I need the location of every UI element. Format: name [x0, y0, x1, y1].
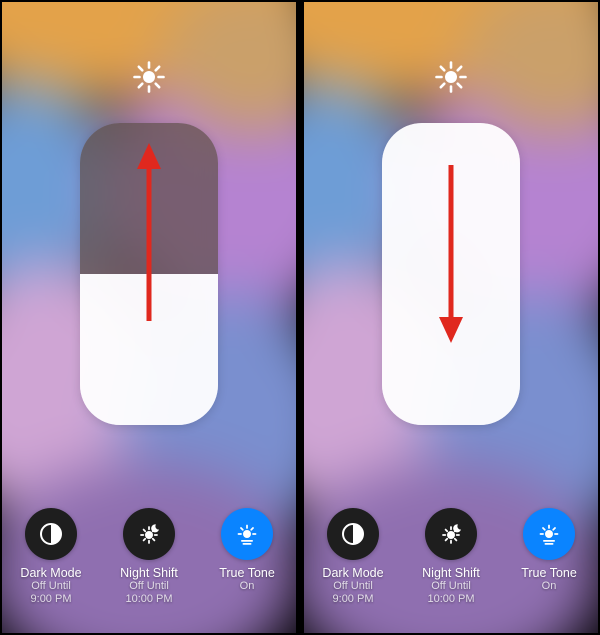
dark-mode-sub2: 9:00 PM — [31, 593, 72, 607]
true-tone-icon — [221, 508, 273, 560]
brightness-slider[interactable] — [382, 123, 520, 425]
night-shift-sub2: 10:00 PM — [427, 593, 474, 607]
night-shift-sub1: Off Until — [431, 580, 471, 594]
slider-fill-region — [382, 123, 520, 425]
true-tone-label: True Tone — [521, 566, 577, 580]
true-tone-toggle[interactable]: True Tone On — [207, 508, 287, 608]
dark-mode-sub1: Off Until — [333, 580, 373, 594]
dark-mode-toggle[interactable]: Dark Mode Off Until 9:00 PM — [11, 508, 91, 608]
true-tone-toggle[interactable]: True Tone On — [509, 508, 589, 608]
dark-mode-label: Dark Mode — [20, 566, 81, 580]
dark-mode-icon — [25, 508, 77, 560]
slider-empty-region — [80, 123, 218, 274]
night-shift-sub2: 10:00 PM — [125, 593, 172, 607]
dark-mode-label: Dark Mode — [322, 566, 383, 580]
night-shift-label: Night Shift — [422, 566, 480, 580]
night-shift-sub1: Off Until — [129, 580, 169, 594]
true-tone-sub1: On — [542, 580, 557, 594]
true-tone-label: True Tone — [219, 566, 275, 580]
night-shift-icon — [123, 508, 175, 560]
true-tone-icon — [523, 508, 575, 560]
night-shift-toggle[interactable]: Night Shift Off Until 10:00 PM — [411, 508, 491, 608]
true-tone-sub1: On — [240, 580, 255, 594]
night-shift-toggle[interactable]: Night Shift Off Until 10:00 PM — [109, 508, 189, 608]
dark-mode-sub2: 9:00 PM — [333, 593, 374, 607]
dark-mode-sub1: Off Until — [31, 580, 71, 594]
night-shift-icon — [425, 508, 477, 560]
display-toggle-row: Dark Mode Off Until 9:00 PM — [2, 508, 296, 608]
brightness-icon — [434, 60, 468, 99]
control-center-panel-right: Dark Mode Off Until 9:00 PM — [304, 2, 598, 633]
brightness-icon — [132, 60, 166, 99]
brightness-slider[interactable] — [80, 123, 218, 425]
dark-mode-toggle[interactable]: Dark Mode Off Until 9:00 PM — [313, 508, 393, 608]
slider-fill-region — [80, 274, 218, 425]
display-toggle-row: Dark Mode Off Until 9:00 PM — [304, 508, 598, 608]
dark-mode-icon — [327, 508, 379, 560]
night-shift-label: Night Shift — [120, 566, 178, 580]
control-center-panel-left: Dark Mode Off Until 9:00 PM — [2, 2, 296, 633]
